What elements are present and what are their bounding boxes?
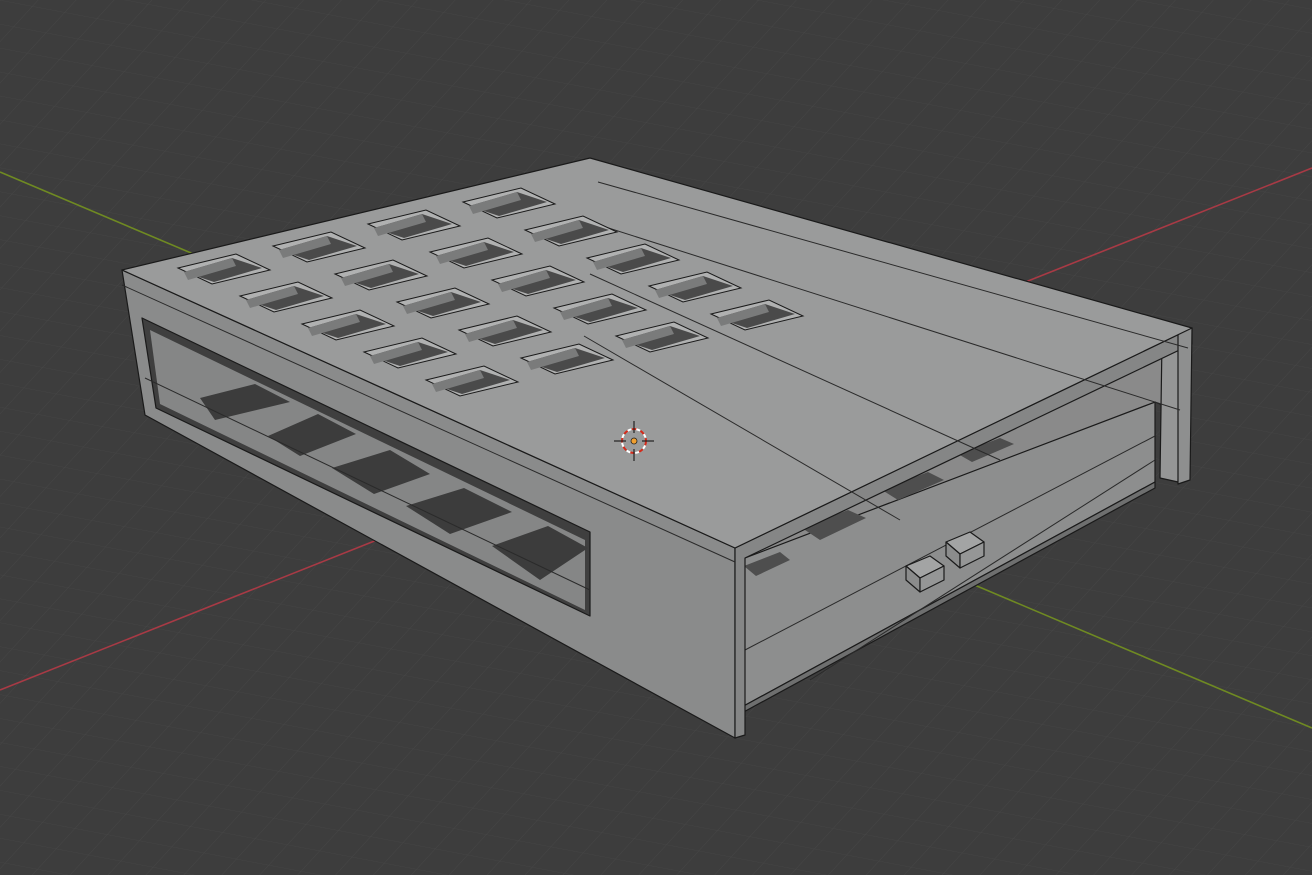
3d-viewport[interactable] [0,0,1312,875]
viewport-canvas[interactable] [0,0,1312,875]
box-front-lip [1177,327,1193,485]
